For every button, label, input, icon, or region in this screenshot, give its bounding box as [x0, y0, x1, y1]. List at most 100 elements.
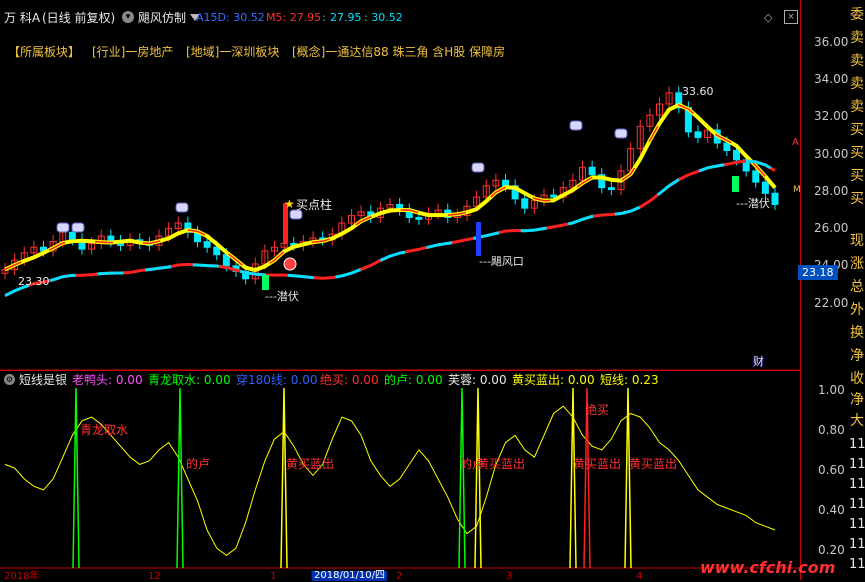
date-label: 12 — [148, 571, 161, 582]
latent-label-2: ---潜伏 — [736, 197, 770, 210]
legend-duanxian: 短线: 0.23 — [600, 373, 659, 387]
period-label[interactable]: (日线 前复权) — [42, 12, 115, 24]
chart-canvas[interactable] — [0, 0, 865, 580]
side-char: 卖 — [850, 30, 864, 46]
candle-body — [771, 192, 779, 205]
cup-icon — [175, 202, 189, 213]
side-char: 11 — [849, 537, 865, 552]
legend-hmlc: 黄买蓝出: 0.00 — [512, 373, 595, 387]
indicator-title[interactable]: 短线是银 — [19, 374, 67, 386]
diamond-icon[interactable]: ◇ — [764, 12, 772, 23]
candle-body — [588, 166, 596, 176]
ann-dilu-1: 的卢 — [186, 457, 211, 471]
side-char: 净 — [850, 348, 864, 364]
m5-value: M5: 27.95 — [266, 11, 322, 24]
cup-icon — [56, 222, 70, 233]
cup-icon — [614, 128, 628, 139]
side-char: 买 — [850, 168, 864, 184]
side-char: 收 — [850, 371, 864, 387]
side-char: 委 — [850, 7, 864, 23]
value-sep: : — [322, 11, 326, 24]
signal-spike — [72, 387, 80, 569]
candle-body — [607, 187, 615, 191]
candle-body — [761, 181, 769, 194]
side-char: 买 — [850, 145, 864, 161]
high-label: 33.60 — [682, 85, 714, 98]
signal-dot — [283, 257, 297, 271]
y-tick: 36.00 — [814, 35, 849, 49]
y-tick: 30.00 — [814, 147, 849, 161]
candle-body — [723, 142, 731, 151]
hurricane-label: ---飓风口 — [479, 255, 524, 268]
a15d-value: A15D: 30.52 — [196, 11, 265, 24]
stock-name[interactable]: 万 科A — [4, 12, 40, 24]
y-tick: 22.00 — [814, 296, 849, 310]
cup-icon — [71, 222, 85, 233]
side-char: 净 — [850, 392, 864, 408]
candle-body — [550, 194, 558, 198]
legend-furong: 芙蓉: 0.00 — [448, 373, 507, 387]
side-char: 涨 — [850, 256, 864, 272]
indicator-name[interactable]: 飓风仿制 — [138, 12, 186, 24]
sector-bar: 【所属板块】 [行业]一房地产 [地域]一深圳板块 [概念]一通达信88 珠三角… — [0, 44, 800, 60]
side-char: 11 — [849, 477, 865, 492]
band-line-red — [4, 159, 776, 297]
watermark: www.cfchi.com — [700, 558, 836, 577]
side-char: 11 — [849, 557, 865, 572]
ann-juemai: 绝买 — [585, 403, 610, 417]
date-label: 2 — [396, 571, 403, 582]
cup-icon — [569, 120, 583, 131]
lower-y-tick: 0.40 — [818, 503, 845, 517]
candle-body — [415, 216, 423, 220]
legend-juemai: 绝买: 0.00 — [320, 373, 379, 387]
y-tick: 34.00 — [814, 72, 849, 86]
close-icon[interactable]: × — [784, 10, 798, 24]
candle-body — [502, 179, 509, 187]
date-label: 3 — [506, 571, 513, 582]
sector-concept[interactable]: [概念]一通达信88 珠三角 含H股 保障房 — [292, 46, 505, 58]
indicator-header: ⚙ 短线是银 老鸭头: 0.00 青龙取水: 0.00 穿180线: 0.00 … — [0, 370, 800, 389]
legend-dilu: 的卢: 0.00 — [384, 373, 443, 387]
signal-spike — [624, 387, 632, 569]
side-char: 现 — [850, 233, 864, 249]
title-bar: 万 科A (日线 前复权) ▾ 飓风仿制 A15D: 30.52 M5: 27.… — [0, 8, 808, 28]
side-char: 卖 — [850, 99, 864, 115]
settings-icon[interactable]: ⚙ — [4, 374, 15, 385]
legend-qinglong: 青龙取水: 0.00 — [148, 373, 231, 387]
value-2: : 30.52 — [364, 11, 403, 24]
latent-bar-1 — [262, 275, 269, 290]
top-menu — [0, 0, 865, 7]
sector-region[interactable]: [地域]一深圳板块 — [186, 46, 279, 58]
latent-bar-2 — [732, 176, 739, 192]
side-char: 买 — [850, 191, 864, 207]
side-char: 大 — [850, 413, 864, 429]
side-char: 11 — [849, 437, 865, 452]
y-tick: 26.00 — [814, 221, 849, 235]
lower-y-tick: 0.60 — [818, 463, 845, 477]
buy-column-label: 买点柱 — [296, 198, 333, 212]
candle-body — [521, 198, 529, 209]
chevron-down-icon[interactable]: ▾ — [122, 11, 134, 23]
legend-laoyatou: 老鸭头: 0.00 — [72, 373, 143, 387]
ann-hmlc-4: 黄买蓝出 — [629, 457, 678, 471]
side-char: 买 — [850, 122, 864, 138]
band-line-cyan — [4, 159, 776, 297]
sector-industry[interactable]: [行业]一房地产 — [92, 46, 173, 58]
value-1: 27.95 — [330, 11, 362, 24]
y-tick: 28.00 — [814, 184, 849, 198]
date-label: 4 — [636, 571, 643, 582]
finance-badge[interactable]: 财 — [752, 356, 765, 367]
right-edge-a: A — [792, 137, 799, 148]
star-icon: ★ — [284, 197, 295, 211]
right-edge-m: M — [793, 185, 801, 195]
date-label: 1 — [270, 571, 277, 582]
low-label: 23.30 — [18, 275, 50, 288]
right-side-panel: 委 卖 卖 卖 卖 买 买 买 买 现 涨 总 外 换 净 收 净 大 11 1… — [848, 0, 865, 580]
candle-body — [203, 241, 211, 248]
side-char: 换 — [850, 325, 864, 341]
side-char: 总 — [850, 279, 864, 295]
candle-body — [694, 131, 702, 138]
signal-spike — [176, 387, 184, 569]
hurricane-bar — [476, 222, 481, 256]
candle-body — [752, 170, 760, 183]
